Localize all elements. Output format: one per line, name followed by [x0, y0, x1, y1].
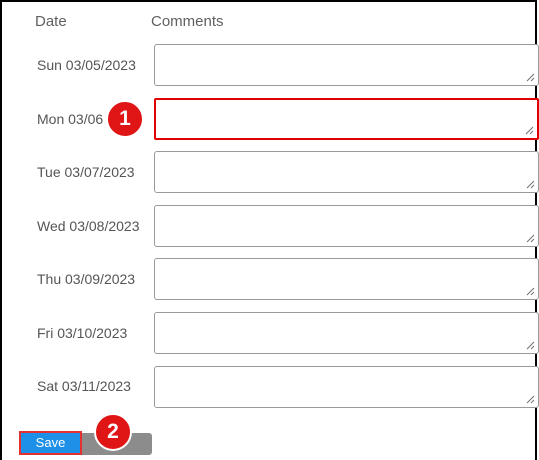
resize-grip-icon[interactable] [526, 73, 535, 82]
date-column-header: Date [35, 13, 67, 30]
resize-grip-icon[interactable] [526, 234, 535, 243]
comment-textarea[interactable] [154, 151, 539, 193]
resize-grip-icon[interactable] [526, 395, 535, 404]
comment-textarea[interactable] [154, 366, 539, 408]
step-2-callout: 2 [94, 413, 132, 451]
step-1-callout: 1 [106, 100, 144, 138]
row-date-label: Thu 03/09/2023 [37, 271, 136, 287]
comment-textarea[interactable] [154, 312, 539, 354]
row-date-label: Sun 03/05/2023 [37, 57, 136, 73]
row-date-label: Fri 03/10/2023 [37, 325, 128, 341]
comment-textarea-highlighted[interactable] [154, 98, 539, 140]
resize-grip-icon[interactable] [525, 126, 534, 135]
row-date-label: Sat 03/11/2023 [37, 378, 131, 394]
comment-textarea[interactable] [154, 205, 539, 247]
save-button[interactable]: Save [19, 431, 82, 455]
resize-grip-icon[interactable] [526, 180, 535, 189]
comments-column-header: Comments [151, 13, 224, 30]
resize-grip-icon[interactable] [526, 287, 535, 296]
resize-grip-icon[interactable] [526, 341, 535, 350]
row-date-label: Tue 03/07/2023 [37, 164, 135, 180]
comment-textarea[interactable] [154, 44, 539, 86]
row-date-label: Wed 03/08/2023 [37, 218, 140, 234]
row-date-label: Mon 03/06 [37, 111, 104, 127]
comments-panel: Date Comments Sun 03/05/2023 Mon 03/06 T… [0, 0, 539, 460]
comment-textarea[interactable] [154, 258, 539, 300]
